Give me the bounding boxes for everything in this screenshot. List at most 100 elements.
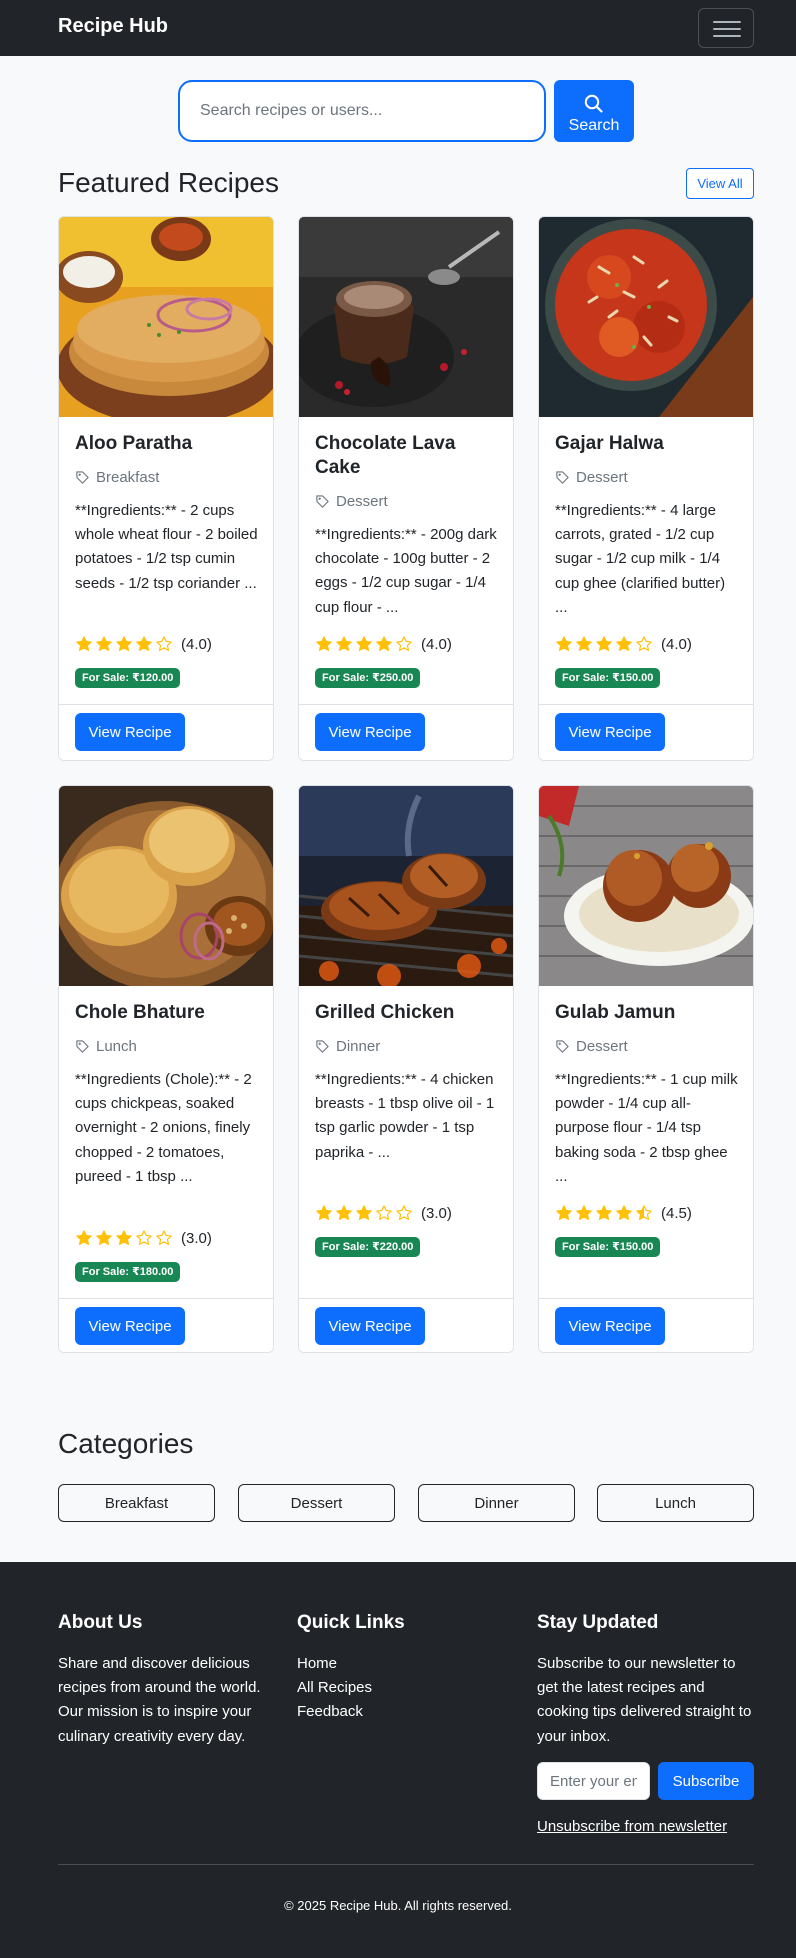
category-button-dessert[interactable]: Dessert — [238, 1484, 395, 1522]
star-filled-icon — [116, 636, 132, 651]
star-filled-icon — [96, 1230, 112, 1245]
brand-logo[interactable]: Recipe Hub — [58, 15, 168, 38]
footer-link-all-recipes[interactable]: All Recipes — [297, 1676, 372, 1700]
for-sale-badge: For Sale: ₹120.00 — [75, 668, 181, 688]
featured-title: Featured Recipes — [58, 167, 280, 198]
rating-stars — [75, 1229, 175, 1247]
star-empty-icon — [136, 1230, 152, 1245]
star-filled-icon — [556, 1205, 572, 1220]
star-filled-icon — [96, 636, 112, 651]
for-sale-badge: For Sale: ₹250.00 — [315, 668, 421, 688]
star-empty-icon — [396, 1205, 412, 1220]
star-filled-icon — [596, 1205, 612, 1220]
recipe-category: Breakfast — [75, 467, 159, 487]
view-all-button[interactable]: View All — [686, 168, 754, 199]
recipe-title: Gajar Halwa — [555, 433, 664, 454]
tag-icon — [76, 470, 89, 484]
about-title: About Us — [58, 1612, 143, 1633]
rating-value: (4.0) — [661, 635, 692, 653]
newsletter-email-input[interactable] — [537, 1762, 650, 1800]
unsubscribe-link[interactable]: Unsubscribe from newsletter — [537, 1818, 727, 1835]
rating-stars — [75, 635, 175, 653]
tag-icon — [556, 470, 569, 484]
for-sale-badge: For Sale: ₹180.00 — [75, 1262, 181, 1282]
recipe-image-aloo-paratha[interactable] — [59, 217, 273, 417]
rating-value: (4.0) — [421, 635, 452, 653]
recipe-title: Aloo Paratha — [75, 433, 193, 454]
newsletter-title: Stay Updated — [537, 1612, 659, 1633]
recipe-image-gajar-halwa[interactable] — [539, 217, 753, 417]
search-button-label: Search — [568, 117, 620, 134]
card-footer: View Recipe — [59, 704, 273, 760]
recipe-rating: (3.0) — [315, 1203, 452, 1223]
search-icon — [584, 94, 603, 113]
recipe-category: Dessert — [555, 1036, 628, 1056]
tag-icon — [316, 494, 329, 508]
star-filled-icon — [116, 1230, 132, 1245]
recipe-description: **Ingredients:** - 4 large carrots, grat… — [555, 502, 726, 616]
star-filled-icon — [596, 636, 612, 651]
recipe-rating: (4.0) — [315, 634, 452, 654]
star-half-icon — [636, 1205, 652, 1220]
recipe-category: Dinner — [315, 1036, 380, 1056]
about-text: Share and discover delicious recipes fro… — [58, 1655, 261, 1745]
star-filled-icon — [616, 636, 632, 651]
for-sale-badge: For Sale: ₹150.00 — [555, 1237, 661, 1257]
recipe-card: Chole Bhature Lunch **Ingredients (Chole… — [58, 785, 274, 1353]
recipe-rating: (4.0) — [555, 634, 692, 654]
view-recipe-button[interactable]: View Recipe — [555, 1307, 665, 1345]
recipe-description: **Ingredients:** - 2 cups whole wheat fl… — [75, 502, 258, 592]
view-recipe-button[interactable]: View Recipe — [75, 713, 185, 751]
card-footer: View Recipe — [539, 1298, 753, 1352]
star-filled-icon — [616, 1205, 632, 1220]
recipe-image-grilled-chicken[interactable] — [299, 786, 513, 986]
recipe-image-chocolate-lava-cake[interactable] — [299, 217, 513, 417]
footer-link-home[interactable]: Home — [297, 1652, 372, 1676]
recipe-image-gulab-jamun[interactable] — [539, 786, 753, 986]
footer-link-feedback[interactable]: Feedback — [297, 1700, 372, 1724]
quick-links: Home All Recipes Feedback — [297, 1652, 372, 1725]
recipe-image-chole-bhature[interactable] — [59, 786, 273, 986]
view-recipe-button[interactable]: View Recipe — [315, 1307, 425, 1345]
star-filled-icon — [556, 636, 572, 651]
copyright: © 2025 Recipe Hub. All rights reserved. — [284, 1898, 512, 1913]
recipe-title: Chole Bhature — [75, 1002, 205, 1023]
recipe-card: Gulab Jamun Dessert **Ingredients:** - 1… — [538, 785, 754, 1353]
navbar: Recipe Hub — [0, 0, 796, 56]
hamburger-icon — [713, 21, 741, 23]
star-filled-icon — [576, 1205, 592, 1220]
recipe-category: Dessert — [315, 491, 388, 511]
recipe-description: **Ingredients:** - 4 chicken breasts - 1… — [315, 1071, 495, 1161]
category-button-breakfast[interactable]: Breakfast — [58, 1484, 215, 1522]
menu-toggle-button[interactable] — [698, 8, 754, 48]
rating-value: (4.0) — [181, 635, 212, 653]
category-button-dinner[interactable]: Dinner — [418, 1484, 575, 1522]
star-filled-icon — [356, 1205, 372, 1220]
recipe-description: **Ingredients (Chole):** - 2 cups chickp… — [75, 1071, 252, 1185]
star-filled-icon — [356, 636, 372, 651]
view-recipe-button[interactable]: View Recipe — [555, 713, 665, 751]
view-recipe-button[interactable]: View Recipe — [75, 1307, 185, 1345]
recipe-card: Grilled Chicken Dinner **Ingredients:** … — [298, 785, 514, 1353]
view-recipe-button[interactable]: View Recipe — [315, 713, 425, 751]
subscribe-button[interactable]: Subscribe — [658, 1762, 754, 1800]
category-button-lunch[interactable]: Lunch — [597, 1484, 754, 1522]
tag-icon — [316, 1039, 329, 1053]
search-input[interactable] — [178, 80, 546, 142]
footer-divider — [58, 1864, 754, 1865]
tag-icon — [556, 1039, 569, 1053]
quick-links-title: Quick Links — [297, 1612, 405, 1633]
star-empty-icon — [156, 1230, 172, 1245]
star-empty-icon — [156, 636, 172, 651]
search-button[interactable]: Search — [554, 80, 634, 142]
recipe-card: Chocolate Lava Cake Dessert **Ingredient… — [298, 216, 514, 761]
rating-value: (3.0) — [181, 1229, 212, 1247]
recipe-title: Grilled Chicken — [315, 1002, 455, 1023]
footer: About Us Share and discover delicious re… — [0, 1562, 796, 1958]
recipe-rating: (3.0) — [75, 1228, 212, 1248]
star-empty-icon — [376, 1205, 392, 1220]
rating-value: (3.0) — [421, 1204, 452, 1222]
recipe-card: Aloo Paratha Breakfast **Ingredients:** … — [58, 216, 274, 761]
card-footer: View Recipe — [299, 1298, 513, 1352]
recipe-category: Dessert — [555, 467, 628, 487]
